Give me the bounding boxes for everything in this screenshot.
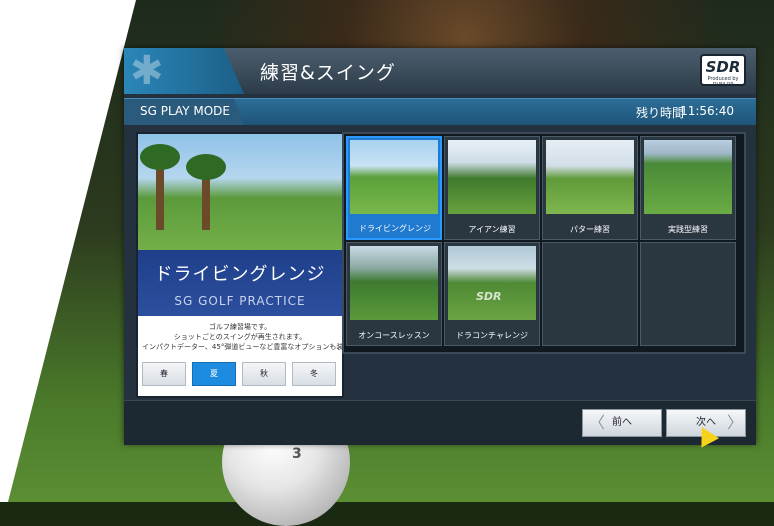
- sdr-watermark: SDR: [476, 290, 502, 303]
- tile-label: パター練習: [570, 225, 610, 234]
- page-title: 練習&スイング: [260, 62, 396, 84]
- tile-image: [546, 140, 634, 214]
- mode-tile-driving-range[interactable]: ドライビングレンジ: [346, 136, 442, 240]
- tile-image: [350, 140, 438, 214]
- navigation-bar: 〈 前へ 次へ 〉: [124, 400, 756, 445]
- mode-tile-dracon-challenge[interactable]: SDR ドラコンチャレンジ: [444, 242, 540, 346]
- tile-label: ドライビングレンジ: [359, 224, 431, 233]
- remaining-time-value: 11:56:40: [680, 104, 734, 118]
- preview-title: ドライビングレンジ: [154, 264, 326, 285]
- season-summer-button[interactable]: 夏: [192, 362, 236, 386]
- mode-tile-iron-practice[interactable]: アイアン練習: [444, 136, 540, 240]
- logo-subtext: Produced by DUNLOP: [707, 76, 739, 88]
- star-icon: ✱: [130, 48, 164, 94]
- description-line: ゴルフ練習場です。: [208, 323, 272, 331]
- tile-label: ドラコンチャレンジ: [456, 331, 528, 340]
- tile-label: オンコースレッスン: [358, 331, 430, 340]
- mode-tile-putter-practice[interactable]: パター練習: [542, 136, 638, 240]
- season-winter-button[interactable]: 冬: [292, 362, 336, 386]
- palm-leaves: [186, 154, 226, 180]
- logo-text: SDR: [705, 58, 741, 76]
- tile-image: SDR: [448, 246, 536, 320]
- preview-image: [138, 134, 342, 250]
- preview-banner: ドライビングレンジ SG GOLF PRACTICE: [138, 250, 342, 316]
- mode-tile-practical-practice[interactable]: 実践型練習: [640, 136, 736, 240]
- season-spring-button[interactable]: 春: [142, 362, 186, 386]
- description-line: インパクトデーター、45°弾道ビューなど豊富なオプションも装備。: [142, 343, 358, 351]
- sdr-logo: SDR Produced by DUNLOP: [700, 54, 746, 88]
- mode-grid: ドライビングレンジ アイアン練習 パター練習 実践型練習 オンコースレッスン S…: [342, 132, 746, 354]
- tile-image: [448, 140, 536, 214]
- practice-panel: ✱ 練習&スイング SDR Produced by DUNLOP SG PLAY…: [124, 48, 756, 445]
- mode-bar: SG PLAY MODE 残り時間 11:56:40: [124, 98, 756, 125]
- mode-label: SG PLAY MODE: [140, 104, 230, 118]
- mode-tile-empty: [640, 242, 736, 346]
- mode-tile-empty: [542, 242, 638, 346]
- mode-preview-card: ドライビングレンジ SG GOLF PRACTICE ゴルフ練習場です。 ショッ…: [136, 132, 358, 398]
- chevron-right-icon: 〉: [727, 413, 744, 432]
- tile-image: [644, 140, 732, 214]
- season-selector: 春 夏 秋 冬: [142, 362, 338, 388]
- title-bar: ✱ 練習&スイング SDR Produced by DUNLOP: [124, 48, 756, 94]
- palm-leaves: [140, 144, 180, 170]
- tile-label: アイアン練習: [468, 225, 516, 234]
- remaining-time-label: 残り時間: [635, 106, 684, 120]
- season-autumn-button[interactable]: 秋: [242, 362, 286, 386]
- preview-description: ゴルフ練習場です。 ショットごとのスイングが再生されます。 インパクトデーター、…: [142, 322, 358, 352]
- golf-ball-number: 3: [292, 446, 302, 462]
- description-line: ショットごとのスイングが再生されます。: [173, 333, 307, 341]
- prev-button[interactable]: 〈 前へ: [582, 409, 662, 437]
- tile-image: [350, 246, 438, 320]
- tile-label: 実践型練習: [668, 225, 708, 234]
- palm-trunk: [156, 160, 164, 230]
- preview-subtitle: SG GOLF PRACTICE: [174, 294, 306, 308]
- mode-tile-oncourse-lesson[interactable]: オンコースレッスン: [346, 242, 442, 346]
- prev-button-label: 前へ: [612, 417, 632, 428]
